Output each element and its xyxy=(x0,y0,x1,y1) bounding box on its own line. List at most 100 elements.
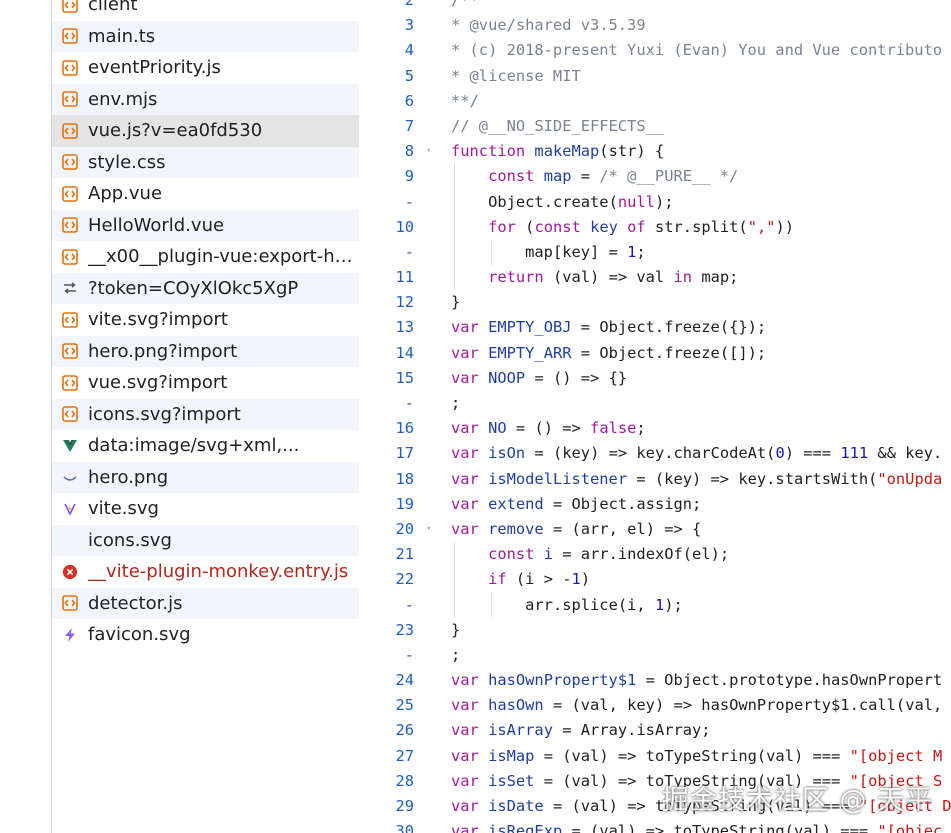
fold-gutter xyxy=(418,441,451,466)
fold-gutter xyxy=(418,744,451,769)
line-number[interactable]: 17 xyxy=(359,441,418,466)
code-text: var isArray = Array.isArray; xyxy=(451,721,711,740)
file-code-icon xyxy=(62,59,78,76)
code-line: - arr.splice(i, 1); xyxy=(359,592,951,618)
line-number[interactable]: 18 xyxy=(359,467,418,492)
indent-guide xyxy=(454,164,455,190)
file-row[interactable]: detector.js xyxy=(52,587,359,619)
file-row[interactable]: vite.svg?import xyxy=(52,304,359,336)
line-number[interactable]: 29 xyxy=(359,794,418,819)
indent-guide xyxy=(491,239,492,266)
file-row[interactable]: style.css xyxy=(52,146,359,178)
line-number[interactable]: - xyxy=(359,190,418,215)
fold-gutter xyxy=(418,467,451,492)
line-number[interactable]: 20 xyxy=(359,517,418,542)
file-row[interactable]: eventPriority.js xyxy=(52,52,359,84)
line-number[interactable]: 23 xyxy=(359,618,418,643)
line-number[interactable]: 9 xyxy=(359,164,418,189)
file-row[interactable]: icons.svg xyxy=(52,524,359,556)
line-number[interactable]: - xyxy=(359,240,418,265)
code-line: 4 * (c) 2018-present Yuxi (Evan) You and … xyxy=(359,38,951,63)
fold-gutter xyxy=(418,668,451,693)
code-line: 30 var isRegExp = (val) => toTypeString(v… xyxy=(359,819,951,833)
file-row[interactable]: main.ts xyxy=(52,20,359,52)
line-number[interactable]: 12 xyxy=(359,290,418,315)
code-line: 7 // @__NO_SIDE_EFFECTS__ xyxy=(359,114,951,139)
file-row[interactable]: icons.svg?import xyxy=(52,398,359,430)
fold-gutter xyxy=(418,215,451,240)
file-code-icon xyxy=(62,122,78,139)
code-text: ; xyxy=(451,394,461,412)
file-row[interactable]: vue.js?v=ea0fd530 xyxy=(52,115,359,147)
file-row[interactable]: hero.png?import xyxy=(52,335,359,367)
line-number[interactable]: 5 xyxy=(359,64,418,89)
line-number[interactable]: 11 xyxy=(359,265,418,290)
line-number[interactable]: 25 xyxy=(359,693,418,718)
fold-gutter xyxy=(418,0,451,13)
line-number[interactable]: 14 xyxy=(359,341,418,366)
line-number[interactable]: 22 xyxy=(359,567,418,592)
file-row[interactable]: HelloWorld.vue xyxy=(52,209,359,241)
fold-gutter xyxy=(418,593,451,618)
code-line: 14 var EMPTY_ARR = Object.freeze([]); xyxy=(359,341,951,366)
file-row[interactable]: env.mjs xyxy=(52,83,359,115)
line-number[interactable]: - xyxy=(359,593,418,618)
line-number[interactable]: 13 xyxy=(359,315,418,340)
file-row[interactable]: ?token=COyXlOkc5XgP xyxy=(52,272,359,304)
line-number[interactable]: - xyxy=(359,643,418,668)
fold-gutter xyxy=(418,567,451,592)
file-row[interactable]: data:image/svg+xml,... xyxy=(52,430,359,462)
file-name: main.ts xyxy=(88,25,156,47)
line-number[interactable]: 7 xyxy=(359,114,418,139)
line-number[interactable]: 8 xyxy=(359,139,418,164)
code-editor[interactable]: 2 /** 3 * @vue/shared v3.5.39 4 * (c) 2018-pr… xyxy=(359,0,951,833)
file-name: favicon.svg xyxy=(88,624,191,646)
file-code-icon xyxy=(62,406,78,423)
line-number[interactable]: 10 xyxy=(359,215,418,240)
line-number[interactable]: 26 xyxy=(359,718,418,743)
file-code-icon xyxy=(62,595,78,612)
file-code-icon xyxy=(62,217,78,234)
file-row[interactable]: vite.svg xyxy=(52,493,359,525)
line-number[interactable]: 24 xyxy=(359,668,418,693)
fold-gutter xyxy=(418,240,451,265)
code-text: var remove = (arr, el) => { xyxy=(451,519,702,538)
code-line: 26 var isArray = Array.isArray; xyxy=(359,718,951,743)
line-number[interactable]: - xyxy=(359,391,418,416)
file-row[interactable]: vue.svg?import xyxy=(52,367,359,399)
file-row[interactable]: __vite-plugin-monkey.entry.js xyxy=(52,556,359,588)
line-number[interactable]: 28 xyxy=(359,769,418,794)
watermark: 掘金技术社区 @ 天平 xyxy=(661,785,933,816)
indent-guide xyxy=(454,189,455,215)
fold-gutter xyxy=(418,492,451,517)
line-number[interactable]: 2 xyxy=(359,0,418,13)
fold-arrow-icon[interactable]: ▾ xyxy=(418,517,451,542)
file-row[interactable]: App.vue xyxy=(52,178,359,210)
file-row[interactable]: favicon.svg xyxy=(52,619,359,651)
code-line: 24 var hasOwnProperty$1 = Object.prototyp… xyxy=(359,668,951,693)
fold-gutter xyxy=(418,819,451,833)
line-number[interactable]: 21 xyxy=(359,542,418,567)
line-number[interactable]: 27 xyxy=(359,744,418,769)
fold-gutter xyxy=(418,769,451,794)
blank-icon xyxy=(62,532,78,548)
code-text: /** xyxy=(451,0,479,9)
line-number[interactable]: 16 xyxy=(359,416,418,441)
code-text: Object.create(null); xyxy=(488,192,674,211)
line-number[interactable]: 6 xyxy=(359,89,418,114)
line-number[interactable]: 4 xyxy=(359,38,418,63)
fold-arrow-icon[interactable]: ▾ xyxy=(418,139,451,164)
line-number[interactable]: 30 xyxy=(359,819,418,833)
file-row[interactable]: hero.png xyxy=(52,461,359,493)
file-row[interactable]: __x00__plugin-vue:export-hel... xyxy=(52,241,359,273)
line-number[interactable]: 3 xyxy=(359,13,418,38)
line-number[interactable]: 19 xyxy=(359,492,418,517)
line-number[interactable]: 15 xyxy=(359,366,418,391)
file-code-icon xyxy=(62,0,78,13)
code-line: 15 var NOOP = () => {} xyxy=(359,366,951,391)
file-name: env.mjs xyxy=(88,88,158,110)
code-text: for (const key of str.split(",")) xyxy=(488,217,795,236)
file-row[interactable]: client xyxy=(52,0,359,21)
file-name: client xyxy=(88,0,138,16)
code-text: function makeMap(str) { xyxy=(451,142,665,161)
